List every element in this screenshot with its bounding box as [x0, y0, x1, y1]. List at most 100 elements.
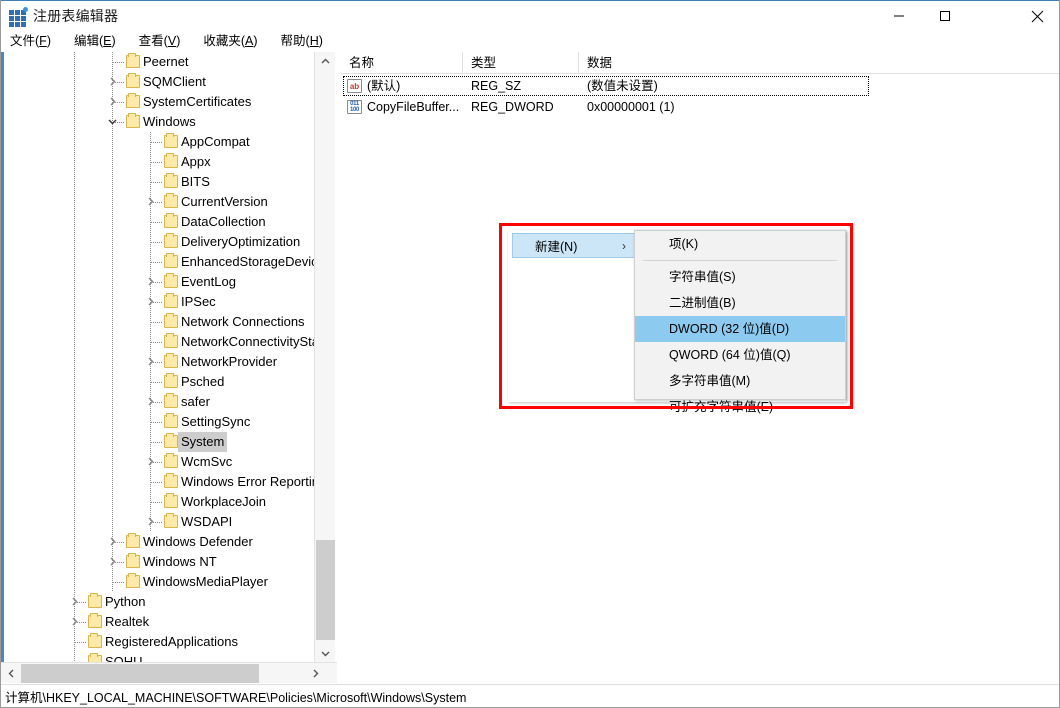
menu-edit[interactable]: 编辑(E) — [74, 31, 116, 52]
tree-guide-line — [113, 582, 125, 583]
folder-icon — [164, 213, 178, 228]
submenu-item-key[interactable]: 项(K) — [635, 231, 845, 257]
tree-guide-line — [112, 372, 113, 392]
tree-item-windowsmediaplayer[interactable]: WindowsMediaPlayer — [4, 572, 314, 592]
chevron-down-icon[interactable] — [315, 644, 335, 662]
tree-item-python[interactable]: Python — [4, 592, 314, 612]
tree-guide-line — [112, 232, 113, 252]
chevron-right-icon[interactable] — [146, 197, 155, 208]
chevron-right-icon[interactable] — [305, 663, 325, 683]
chevron-right-icon[interactable] — [146, 397, 155, 408]
tree-item-label: Peernet — [143, 54, 189, 69]
tree-item-datacollection[interactable]: DataCollection — [4, 212, 314, 232]
tree-guide-line — [74, 532, 75, 552]
tree-item-safer[interactable]: safer — [4, 392, 314, 412]
submenu-item-qword-64[interactable]: QWORD (64 位)值(Q) — [635, 342, 845, 368]
tree-guide-line — [151, 222, 163, 223]
chevron-right-icon[interactable] — [146, 357, 155, 368]
tree-guide-line — [74, 52, 75, 72]
tree-item-eventlog[interactable]: EventLog — [4, 272, 314, 292]
minimize-icon[interactable] — [876, 1, 922, 31]
tree-item-wsdapi[interactable]: WSDAPI — [4, 512, 314, 532]
tree-guide-line — [74, 332, 75, 352]
tree-guide-line — [74, 492, 75, 512]
column-header-type[interactable]: 类型 — [463, 52, 579, 74]
tree-horizontal-scrollbar[interactable] — [1, 662, 337, 683]
tree-item-registeredapplications[interactable]: RegisteredApplications — [4, 632, 314, 652]
folder-icon — [164, 173, 178, 188]
tree-item-psched[interactable]: Psched — [4, 372, 314, 392]
chevron-right-icon[interactable] — [108, 557, 117, 568]
chevron-right-icon[interactable] — [70, 617, 79, 628]
menu-help[interactable]: 帮助(H) — [281, 31, 323, 52]
tree-item-peernet[interactable]: Peernet — [4, 52, 314, 72]
registry-tree[interactable]: Peernet SQMClient SystemCertificates Window… — [4, 52, 314, 662]
tree-item-label: EventLog — [181, 274, 236, 289]
context-menu-item-new[interactable]: 新建(N) › — [512, 233, 636, 258]
tree-item-system[interactable]: System — [4, 432, 314, 452]
tree-item-appx[interactable]: Appx — [4, 152, 314, 172]
tree-item-windows-error-reporting[interactable]: Windows Error Reporting — [4, 472, 314, 492]
tree-item-label: Windows — [143, 114, 196, 129]
chevron-up-icon[interactable] — [315, 52, 335, 70]
tree-item-bits[interactable]: BITS — [4, 172, 314, 192]
table-row[interactable]: ab (默认) REG_SZ (数值未设置) — [341, 76, 1059, 97]
chevron-right-icon[interactable] — [146, 277, 155, 288]
chevron-right-icon[interactable] — [146, 517, 155, 528]
tree-item-enhancedstoragedevices[interactable]: EnhancedStorageDevices — [4, 252, 314, 272]
close-icon[interactable] — [1014, 1, 1059, 31]
tree-item-label: Windows Defender — [143, 534, 253, 549]
table-row[interactable]: 011 100 CopyFileBuffer... REG_DWORD 0x000… — [341, 97, 1059, 118]
menu-favorites[interactable]: 收藏夹(A) — [203, 31, 257, 52]
tree-item-appcompat[interactable]: AppCompat — [4, 132, 314, 152]
tree-vertical-scrollbar[interactable] — [314, 52, 335, 662]
tree-item-realtek[interactable]: Realtek — [4, 612, 314, 632]
tree-item-label: Psched — [181, 374, 225, 389]
tree-item-wcmsvc[interactable]: WcmSvc — [4, 452, 314, 472]
tree-item-systemcertificates[interactable]: SystemCertificates — [4, 92, 314, 112]
tree-guide-line — [74, 192, 75, 212]
tree-item-networkprovider[interactable]: NetworkProvider — [4, 352, 314, 372]
tree-guide-line — [112, 332, 113, 352]
tree-item-networkconnectivitystatusi[interactable]: NetworkConnectivityStatusI — [4, 332, 314, 352]
tree-item-workplacejoin[interactable]: WorkplaceJoin — [4, 492, 314, 512]
chevron-left-icon[interactable] — [1, 663, 21, 683]
submenu-item-dword-32[interactable]: DWORD (32 位)值(D) — [635, 316, 845, 342]
tree-item-network-connections[interactable]: Network Connections — [4, 312, 314, 332]
title-bar: 注册表编辑器 — [1, 0, 1059, 31]
folder-icon — [164, 373, 178, 388]
tree-vertical-scrollbar-thumb[interactable] — [316, 540, 335, 640]
chevron-right-icon[interactable] — [108, 77, 117, 88]
tree-item-windows[interactable]: Windows — [4, 112, 314, 132]
tree-item-ipsec[interactable]: IPSec — [4, 292, 314, 312]
menu-file[interactable]: 文件(F) — [10, 31, 51, 52]
submenu-item-binary-value[interactable]: 二进制值(B) — [635, 290, 845, 316]
value-name: (默认) — [367, 79, 401, 93]
tree-guide-line — [151, 422, 163, 423]
tree-item-deliveryoptimization[interactable]: DeliveryOptimization — [4, 232, 314, 252]
tree-guide-line — [74, 232, 75, 252]
tree-item-currentversion[interactable]: CurrentVersion — [4, 192, 314, 212]
chevron-right-icon[interactable] — [108, 537, 117, 548]
tree-item-sqmclient[interactable]: SQMClient — [4, 72, 314, 92]
tree-guide-line — [74, 392, 75, 412]
chevron-right-icon[interactable] — [108, 97, 117, 108]
submenu-item-expandable-string-value[interactable]: 可扩充字符串值(E) — [635, 394, 845, 420]
chevron-right-icon[interactable] — [146, 297, 155, 308]
column-header-name[interactable]: 名称 — [341, 52, 463, 74]
submenu-item-string-value[interactable]: 字符串值(S) — [635, 264, 845, 290]
chevron-down-icon[interactable] — [108, 117, 117, 128]
chevron-right-icon[interactable] — [70, 597, 79, 608]
tree-item-settingsync[interactable]: SettingSync — [4, 412, 314, 432]
menu-view[interactable]: 查看(V) — [139, 31, 181, 52]
submenu-item-multi-string-value[interactable]: 多字符串值(M) — [635, 368, 845, 394]
tree-item-windows-defender[interactable]: Windows Defender — [4, 532, 314, 552]
maximize-icon[interactable] — [922, 1, 968, 31]
tree-item-label: SQMClient — [143, 74, 206, 89]
tree-item-sohu[interactable]: SOHU — [4, 652, 314, 662]
column-header-data[interactable]: 数据 — [579, 52, 1059, 74]
chevron-right-icon[interactable] — [146, 457, 155, 468]
tree-horizontal-scrollbar-thumb[interactable] — [21, 664, 259, 683]
tree-guide-line — [74, 512, 75, 532]
tree-item-windows-nt[interactable]: Windows NT — [4, 552, 314, 572]
